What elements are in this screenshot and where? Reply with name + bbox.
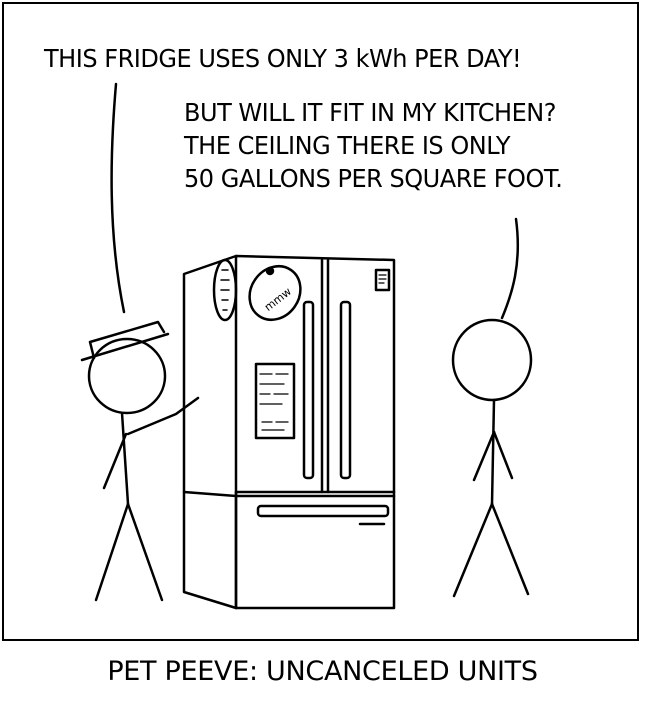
salesman-arm-left (102, 432, 128, 490)
customer-speech-line: THE CEILING THERE IS ONLY (184, 131, 511, 160)
speech-pointer-left (110, 82, 126, 314)
customer-speech-line: 50 GALLONS PER SQUARE FOOT. (184, 164, 563, 193)
customer-head (451, 318, 533, 402)
customer-speech-line: BUT WILL IT FIT IN MY KITCHEN? (184, 98, 557, 127)
comic-caption: PET PEEVE: UNCANCELED UNITS (107, 656, 538, 687)
comic-panel: mmw THIS FRIDGE USES ONLY 3 kWh PER DAY!… (2, 2, 639, 641)
salesman-leg-left (94, 502, 130, 602)
salesman-arm-right (126, 396, 200, 436)
salesman-figure (80, 320, 200, 602)
customer-leg-left (452, 502, 494, 598)
magnet-text: mmw (262, 285, 294, 314)
speech-pointer-right (500, 217, 520, 320)
salesman-leg-right (126, 502, 164, 602)
salesman-speech: THIS FRIDGE USES ONLY 3 kWh PER DAY! (44, 44, 522, 73)
salesman-head (87, 337, 167, 415)
salesman-body (120, 411, 130, 506)
customer-arm-right (492, 430, 514, 480)
fridge-note (254, 362, 296, 440)
customer-figure (451, 318, 533, 598)
customer-leg-right (490, 502, 530, 596)
customer-body (490, 398, 496, 506)
customer-arm-left (472, 430, 496, 482)
customer-speech: BUT WILL IT FIT IN MY KITCHEN? THE CEILI… (184, 96, 563, 195)
refrigerator-icon (182, 254, 396, 610)
